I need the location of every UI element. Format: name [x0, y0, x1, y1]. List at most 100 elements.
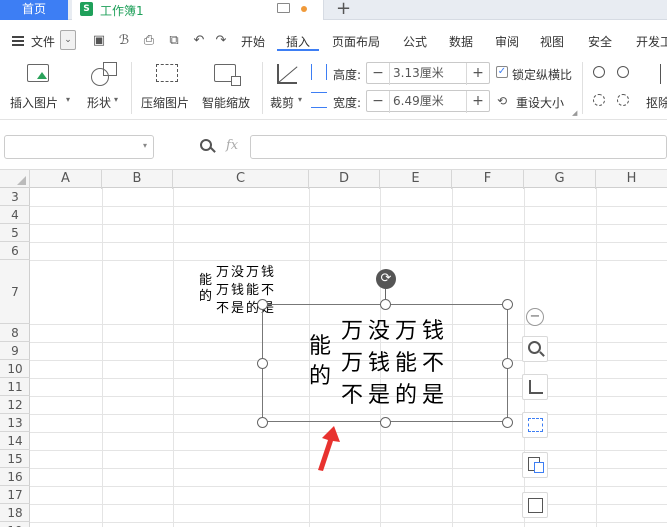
print-icon[interactable]: ⎙ — [142, 34, 156, 48]
row-header-11[interactable]: 11 — [0, 378, 30, 396]
height-decrease-button[interactable]: − — [367, 63, 389, 85]
resize-handle-right[interactable] — [502, 358, 513, 369]
menu-formula[interactable]: 公式 — [403, 33, 427, 50]
insert-picture-button[interactable]: 插入图片 — [10, 58, 68, 110]
column-header-c[interactable]: C — [173, 170, 309, 189]
undo-icon[interactable]: ↶ — [192, 34, 206, 48]
row-header-15[interactable]: 15 — [0, 450, 30, 468]
hamburger-icon[interactable] — [12, 36, 24, 46]
column-header-h[interactable]: H — [596, 170, 667, 189]
row-header-3[interactable]: 3 — [0, 188, 30, 206]
contrast-up-icon[interactable] — [617, 66, 629, 78]
row-header-13[interactable]: 13 — [0, 414, 30, 432]
resize-handle-bottom-left[interactable] — [257, 417, 268, 428]
resize-handle-left[interactable] — [257, 358, 268, 369]
menu-page-layout[interactable]: 页面布局 — [332, 33, 380, 50]
save-icon[interactable]: ▣ — [92, 34, 106, 48]
width-input[interactable]: 6.49厘米 — [389, 91, 467, 113]
row-header-14[interactable]: 14 — [0, 432, 30, 450]
monitor-icon[interactable] — [277, 3, 290, 13]
width-decrease-button[interactable]: − — [367, 91, 389, 113]
chevron-down-icon[interactable]: ⌄ — [60, 30, 76, 50]
lock-ratio-checkbox[interactable]: ✓ — [496, 66, 508, 78]
resize-handle-bottom-right[interactable] — [502, 417, 513, 428]
menu-review[interactable]: 审阅 — [495, 33, 519, 50]
height-field[interactable]: − 3.13厘米 + — [366, 62, 490, 85]
row-header-18[interactable]: 18 — [0, 504, 30, 522]
tab-workbook[interactable]: S 工作簿1 — [72, 0, 324, 20]
grid-line — [30, 450, 667, 451]
row-header-19[interactable]: 19 — [0, 522, 30, 527]
column-header-a[interactable]: A — [30, 170, 102, 189]
chevron-down-icon[interactable]: ▾ — [143, 141, 147, 150]
crop-picture-button[interactable] — [522, 374, 548, 400]
menu-insert[interactable]: 插入 — [286, 33, 310, 50]
fx-icon[interactable]: fx — [226, 138, 238, 153]
collapse-toolbar-icon[interactable]: − — [526, 308, 544, 326]
menu-file[interactable]: 文件 — [31, 33, 55, 50]
column-header-g[interactable]: G — [524, 170, 596, 189]
compress-picture-button[interactable]: 压缩图片 — [141, 58, 193, 110]
active-tab-indicator — [277, 49, 319, 51]
tab-home[interactable]: 首页 — [0, 0, 68, 20]
unsaved-dot-icon — [301, 6, 307, 12]
redo-icon[interactable]: ↷ — [214, 34, 228, 48]
column-header-e[interactable]: E — [380, 170, 452, 189]
menu-start[interactable]: 开始 — [241, 33, 265, 50]
format-painter-icon[interactable]: ℬ — [117, 34, 131, 48]
resize-handle-top-left[interactable] — [257, 299, 268, 310]
row-header-9[interactable]: 9 — [0, 342, 30, 360]
print-preview-icon[interactable]: ⧉ — [167, 34, 181, 48]
row-header-17[interactable]: 17 — [0, 486, 30, 504]
resize-handle-top-right[interactable] — [502, 299, 513, 310]
column-header-b[interactable]: B — [102, 170, 173, 189]
picture-tools-button[interactable] — [522, 492, 548, 518]
small-text-line-2: 万钱能不 — [216, 283, 277, 298]
brightness-up-icon[interactable] — [593, 66, 605, 78]
height-increase-button[interactable]: + — [467, 63, 489, 85]
resize-handle-top[interactable] — [380, 299, 391, 310]
row-header-7[interactable]: 7 — [0, 260, 30, 324]
formula-input[interactable] — [250, 135, 667, 159]
menu-data[interactable]: 数据 — [449, 33, 473, 50]
rotate-icon[interactable]: ⟳ — [376, 269, 396, 289]
new-tab-plus-icon[interactable]: + — [336, 0, 351, 19]
resize-handle-bottom[interactable] — [380, 417, 391, 428]
remove-background-icon[interactable] — [660, 64, 667, 84]
contrast-down-icon[interactable] — [617, 94, 629, 106]
lock-ratio-label[interactable]: 锁定纵横比 — [512, 66, 572, 83]
chevron-down-icon[interactable]: ▾ — [114, 95, 118, 104]
scale-corner-icon — [231, 76, 241, 86]
shape-button[interactable]: 形状 — [86, 58, 126, 110]
picture-to-text-button[interactable] — [522, 452, 548, 478]
row-header-6[interactable]: 6 — [0, 242, 30, 260]
name-box[interactable] — [4, 135, 154, 159]
remove-background-label[interactable]: 抠除 — [646, 94, 667, 111]
column-header-f[interactable]: F — [452, 170, 524, 189]
dialog-launcher-icon[interactable]: ◢ — [572, 109, 577, 117]
chevron-down-icon[interactable]: ▾ — [66, 95, 70, 104]
width-field[interactable]: − 6.49厘米 + — [366, 90, 490, 113]
zoom-picture-button[interactable] — [522, 336, 548, 362]
column-header-d[interactable]: D — [309, 170, 380, 189]
row-header-5[interactable]: 5 — [0, 224, 30, 242]
chevron-down-icon[interactable]: ▾ — [298, 95, 302, 104]
row-header-4[interactable]: 4 — [0, 206, 30, 224]
reset-size-icon: ⟲ — [497, 94, 508, 108]
smart-scale-button[interactable]: 智能缩放 — [202, 58, 254, 110]
width-increase-button[interactable]: + — [467, 91, 489, 113]
row-header-16[interactable]: 16 — [0, 468, 30, 486]
row-header-10[interactable]: 10 — [0, 360, 30, 378]
big-text-line-2: 万钱能不 — [341, 351, 450, 376]
row-header-8[interactable]: 8 — [0, 324, 30, 342]
height-input[interactable]: 3.13厘米 — [389, 63, 467, 85]
reset-size-button[interactable]: 重设大小 — [516, 94, 564, 111]
selected-picture[interactable]: 能 的 万没万钱 万钱能不 不是的是 — [262, 304, 508, 422]
row-header-12[interactable]: 12 — [0, 396, 30, 414]
picture-effect-button[interactable] — [522, 412, 548, 438]
menu-developer[interactable]: 开发工 — [636, 33, 667, 50]
select-all-corner[interactable] — [0, 170, 30, 189]
menu-security[interactable]: 安全 — [588, 33, 612, 50]
brightness-down-icon[interactable] — [593, 94, 605, 106]
menu-view[interactable]: 视图 — [540, 33, 564, 50]
